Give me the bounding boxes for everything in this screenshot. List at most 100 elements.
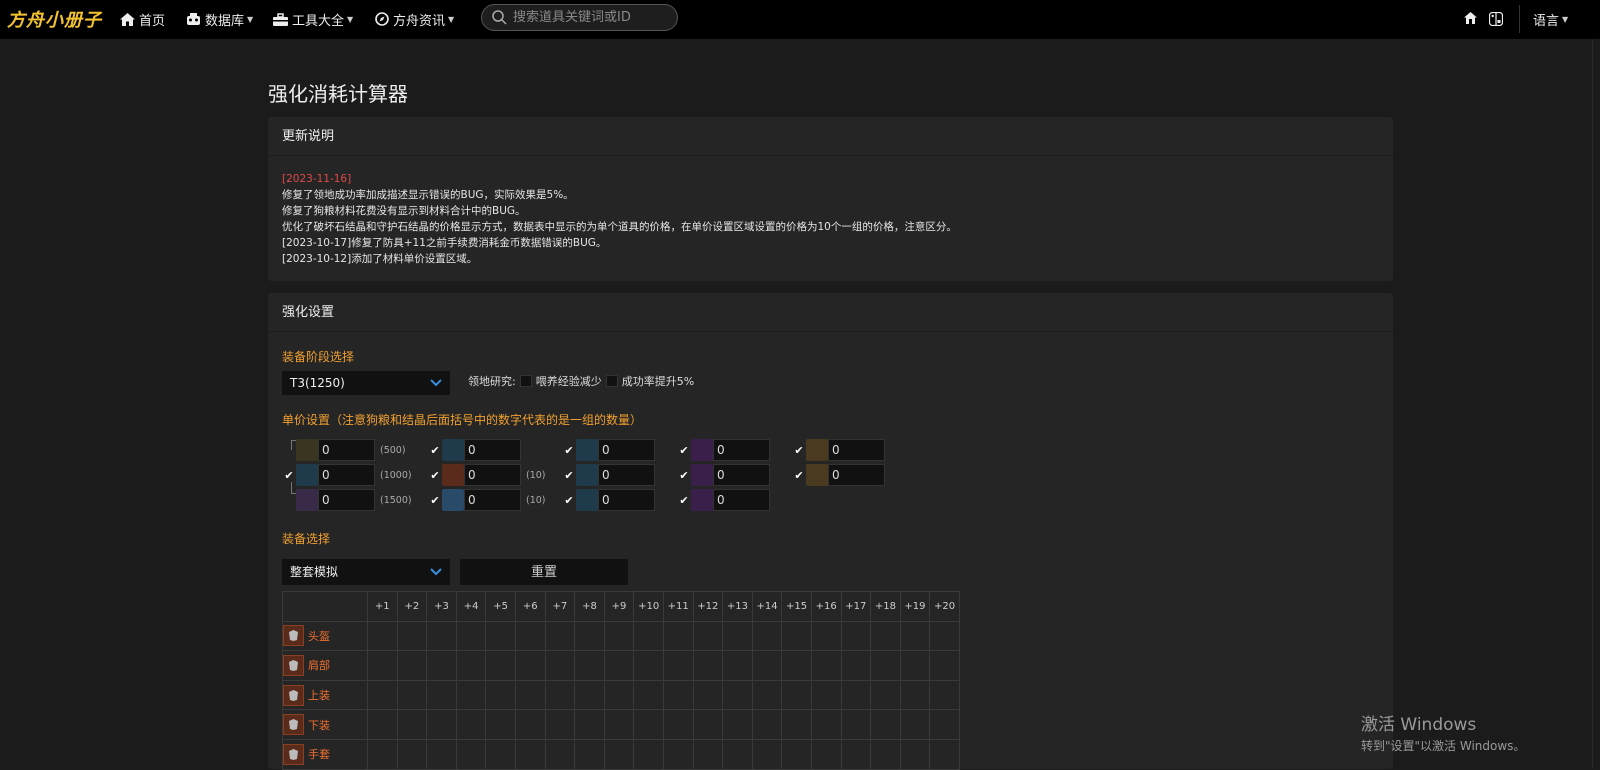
level-cell[interactable] (514, 738, 546, 770)
level-cell[interactable] (574, 738, 605, 770)
level-cell[interactable] (396, 738, 428, 770)
level-cell[interactable] (692, 738, 724, 770)
level-cell[interactable] (781, 650, 812, 681)
check-icon[interactable]: ✔ (562, 494, 576, 507)
check-icon[interactable]: ✔ (562, 469, 576, 482)
level-cell[interactable] (722, 679, 753, 711)
nav-database[interactable]: 数据库 ▼ (186, 9, 253, 29)
reset-button[interactable]: 重置 (460, 559, 628, 585)
level-cell[interactable] (810, 709, 842, 740)
nav-news[interactable]: 方舟资讯 ▼ (375, 9, 454, 29)
level-cell[interactable] (367, 709, 398, 740)
level-cell[interactable] (840, 738, 872, 770)
level-cell[interactable] (840, 620, 872, 652)
level-cell[interactable] (929, 650, 960, 681)
level-cell[interactable] (455, 709, 487, 740)
level-cell[interactable] (544, 679, 576, 711)
level-cell[interactable] (485, 679, 516, 711)
level-cell[interactable] (662, 709, 694, 740)
level-cell[interactable] (367, 738, 398, 770)
level-cell[interactable] (840, 650, 872, 681)
level-cell[interactable] (485, 709, 516, 740)
level-cell[interactable] (810, 650, 842, 681)
level-cell[interactable] (840, 679, 872, 711)
level-cell[interactable] (485, 620, 516, 652)
level-cell[interactable] (870, 738, 901, 770)
level-cell[interactable] (929, 679, 960, 711)
level-cell[interactable] (367, 620, 398, 652)
level-cell[interactable] (633, 679, 664, 711)
level-cell[interactable] (426, 738, 457, 770)
level-cell[interactable] (870, 709, 901, 740)
level-cell[interactable] (485, 650, 516, 681)
level-cell[interactable] (455, 679, 487, 711)
equipment-name[interactable]: 手套 (283, 743, 367, 765)
level-cell[interactable] (899, 679, 931, 711)
level-cell[interactable] (781, 620, 812, 652)
equipment-name[interactable]: 肩部 (283, 654, 367, 676)
equipment-cell[interactable]: 下装 (282, 709, 368, 740)
price-input[interactable]: 0 (828, 439, 885, 461)
price-input[interactable]: 0 (464, 489, 521, 511)
level-cell[interactable] (722, 738, 753, 770)
level-cell[interactable] (722, 709, 753, 740)
level-cell[interactable] (574, 709, 605, 740)
check-icon[interactable]: ✔ (792, 469, 806, 482)
price-input[interactable]: 0 (713, 489, 770, 511)
price-input[interactable]: 0 (464, 464, 521, 486)
level-cell[interactable] (574, 679, 605, 711)
level-cell[interactable] (870, 679, 901, 711)
equipment-name[interactable]: 上装 (283, 684, 367, 706)
level-cell[interactable] (426, 650, 457, 681)
level-cell[interactable] (603, 620, 635, 652)
level-cell[interactable] (662, 679, 694, 711)
level-cell[interactable] (367, 650, 398, 681)
level-cell[interactable] (751, 738, 783, 770)
level-cell[interactable] (514, 679, 546, 711)
price-input[interactable]: 0 (598, 439, 655, 461)
search-box[interactable] (481, 4, 678, 31)
level-cell[interactable] (396, 679, 428, 711)
level-cell[interactable] (751, 679, 783, 711)
site-logo[interactable]: 方舟小册子 (7, 6, 102, 32)
level-cell[interactable] (633, 738, 664, 770)
level-cell[interactable] (455, 738, 487, 770)
level-cell[interactable] (544, 709, 576, 740)
level-cell[interactable] (722, 620, 753, 652)
level-cell[interactable] (603, 650, 635, 681)
level-cell[interactable] (514, 650, 546, 681)
level-cell[interactable] (662, 620, 694, 652)
level-cell[interactable] (455, 620, 487, 652)
level-cell[interactable] (692, 650, 724, 681)
level-cell[interactable] (781, 709, 812, 740)
price-input[interactable]: 0 (828, 464, 885, 486)
level-cell[interactable] (870, 620, 901, 652)
level-cell[interactable] (367, 679, 398, 711)
level-cell[interactable] (633, 709, 664, 740)
level-cell[interactable] (426, 679, 457, 711)
level-cell[interactable] (810, 620, 842, 652)
level-cell[interactable] (396, 709, 428, 740)
check-icon[interactable]: ✔ (792, 444, 806, 457)
level-cell[interactable] (751, 620, 783, 652)
level-cell[interactable] (751, 650, 783, 681)
price-input[interactable]: 0 (598, 464, 655, 486)
level-cell[interactable] (544, 620, 576, 652)
check-icon[interactable]: ✔ (562, 444, 576, 457)
nav-tools[interactable]: 工具大全 ▼ (273, 9, 353, 29)
equipment-cell[interactable]: 上装 (282, 679, 368, 711)
exp-reduce-checkbox[interactable] (519, 375, 532, 387)
level-cell[interactable] (544, 650, 576, 681)
level-cell[interactable] (929, 709, 960, 740)
check-icon[interactable]: ✔ (428, 444, 442, 457)
level-cell[interactable] (692, 620, 724, 652)
stage-select[interactable]: T3(1250) (282, 371, 450, 395)
language-menu[interactable]: 语言 ▼ (1533, 9, 1568, 29)
check-icon[interactable]: ✔ (428, 494, 442, 507)
page-scrollbar[interactable] (1592, 39, 1600, 769)
level-cell[interactable] (633, 650, 664, 681)
level-cell[interactable] (633, 620, 664, 652)
level-cell[interactable] (929, 620, 960, 652)
price-input[interactable]: 0 (318, 439, 375, 461)
level-cell[interactable] (485, 738, 516, 770)
